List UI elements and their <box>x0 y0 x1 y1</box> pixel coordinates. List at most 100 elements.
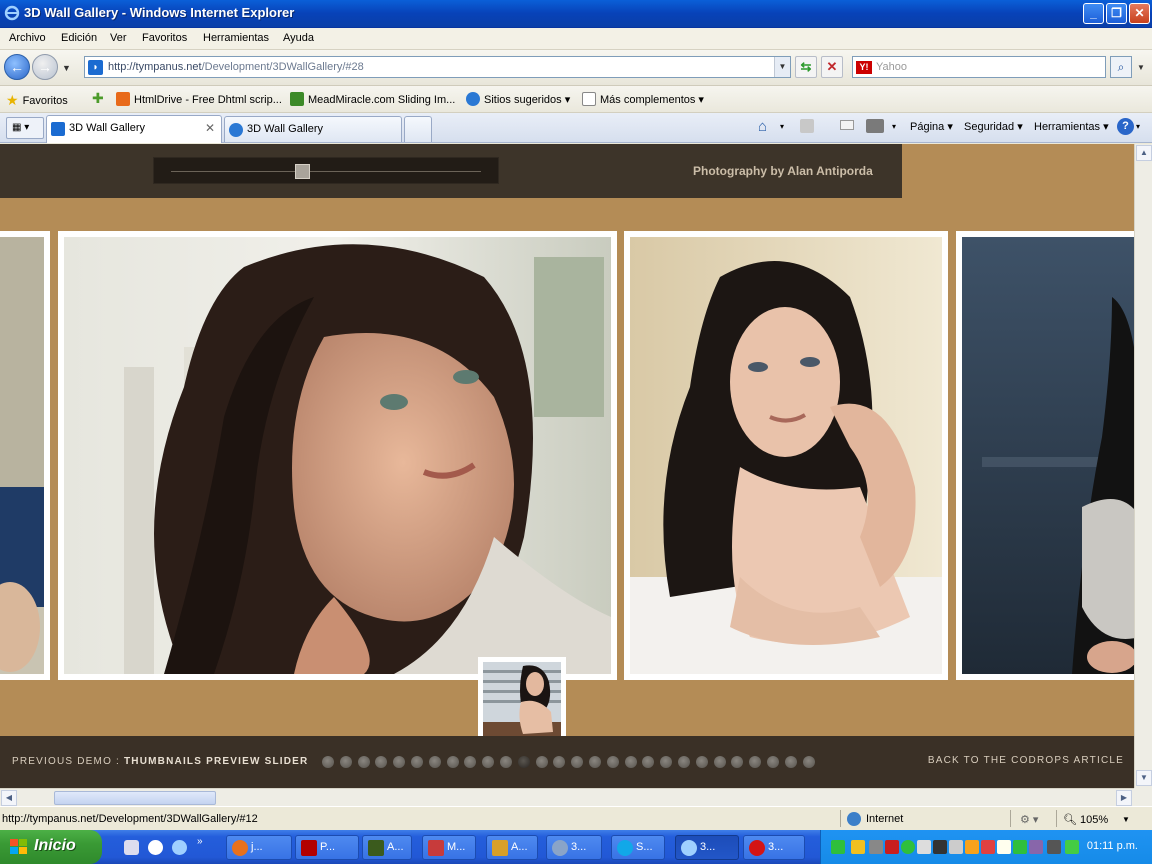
gallery-dot[interactable] <box>322 756 334 768</box>
tray-misc-icon[interactable] <box>1047 840 1061 854</box>
scroll-up-icon[interactable]: ▲ <box>1136 145 1152 161</box>
scroll-down-icon[interactable]: ▼ <box>1136 770 1152 786</box>
menu-archivo[interactable]: Archivo <box>9 32 46 44</box>
gallery-dot[interactable] <box>553 756 565 768</box>
horizontal-scroll-thumb[interactable] <box>54 791 216 805</box>
tray-volume-icon[interactable] <box>997 840 1011 854</box>
previous-demo-link[interactable]: PREVIOUS DEMO : THUMBNAILS PREVIEW SLIDE… <box>12 756 308 767</box>
start-button[interactable]: Inicio <box>0 830 102 864</box>
tools-menu[interactable]: Herramientas ▾ <box>1034 120 1109 133</box>
mail-icon[interactable] <box>840 120 854 130</box>
task-ie-3d-wall-gallery[interactable]: 3... <box>675 835 739 860</box>
history-dropdown-icon[interactable]: ▼ <box>62 63 71 73</box>
gallery-dot[interactable] <box>375 756 387 768</box>
gallery-dot[interactable] <box>464 756 476 768</box>
add-favorite-icon[interactable]: ✚ <box>92 90 104 107</box>
address-dropdown-icon[interactable]: ▼ <box>774 57 790 77</box>
gallery-dot[interactable] <box>660 756 672 768</box>
address-field[interactable]: ◗ http://tympanus.net/Development/3DWall… <box>84 56 791 78</box>
gallery-dot[interactable] <box>731 756 743 768</box>
tray-orange-icon[interactable] <box>965 840 979 854</box>
minimize-button[interactable]: _ <box>1083 3 1104 24</box>
task-opera[interactable]: 3... <box>743 835 805 860</box>
gallery-dot[interactable] <box>536 756 548 768</box>
gallery-dot[interactable] <box>785 756 797 768</box>
forward-button[interactable]: → <box>32 54 58 80</box>
gallery-dot[interactable] <box>767 756 779 768</box>
quick-tabs-icon[interactable]: ▦ ▾ <box>6 117 44 139</box>
help-icon[interactable]: ? <box>1117 118 1134 135</box>
zoom-control[interactable]: 🔍︎ 105% <box>1063 813 1108 826</box>
tray-shield-icon[interactable] <box>851 840 865 854</box>
favorites-button[interactable]: ★ Favoritos <box>6 92 68 108</box>
tray-update-icon[interactable] <box>1013 840 1027 854</box>
tray-leaf-icon[interactable] <box>1065 840 1079 854</box>
vertical-scrollbar[interactable]: ▲ ▼ <box>1134 144 1152 788</box>
back-to-article-link[interactable]: BACK TO THE CODROPS ARTICLE <box>928 755 1124 766</box>
tray-ati-icon[interactable] <box>885 840 899 854</box>
task-filezilla[interactable]: P... <box>295 835 359 860</box>
quicklaunch-ie-icon[interactable] <box>172 840 187 855</box>
tray-green-icon[interactable] <box>901 840 915 854</box>
task-skype[interactable]: S... <box>611 835 665 860</box>
quicklaunch-desktop-icon[interactable] <box>124 840 139 855</box>
gallery-dot[interactable] <box>607 756 619 768</box>
page-menu[interactable]: Página ▾ <box>910 120 953 133</box>
security-menu[interactable]: Seguridad ▾ <box>964 120 1023 133</box>
gallery-dot[interactable] <box>678 756 690 768</box>
quicklaunch-media-icon[interactable] <box>148 840 163 855</box>
home-dropdown-icon[interactable]: ▾ <box>780 122 784 131</box>
menu-edicion[interactable]: Edición <box>61 32 97 44</box>
gallery-dot[interactable] <box>749 756 761 768</box>
gallery-dot[interactable] <box>340 756 352 768</box>
gallery-photo-next[interactable] <box>624 231 948 680</box>
gallery-photo-main[interactable] <box>58 231 617 680</box>
gallery-dot[interactable] <box>482 756 494 768</box>
gallery-dot[interactable] <box>500 756 512 768</box>
suggested-sites[interactable]: Sitios sugeridos ▾ <box>466 92 570 106</box>
gallery-dot[interactable] <box>803 756 815 768</box>
gallery-photo-previous[interactable] <box>0 231 50 680</box>
search-button[interactable]: ⌕ <box>1110 56 1132 78</box>
scroll-right-icon[interactable]: ▶ <box>1116 790 1132 806</box>
menu-ayuda[interactable]: Ayuda <box>283 32 314 44</box>
restore-button[interactable]: ❐ <box>1106 3 1127 24</box>
print-icon[interactable] <box>866 119 884 133</box>
gallery-dot[interactable] <box>518 756 530 768</box>
quicklaunch-more-icon[interactable]: » <box>197 836 203 847</box>
back-button[interactable]: ← <box>4 54 30 80</box>
gallery-dot[interactable] <box>358 756 370 768</box>
gallery-dot[interactable] <box>714 756 726 768</box>
close-tab-icon[interactable]: ✕ <box>205 121 215 135</box>
task-firefox[interactable]: j... <box>226 835 292 860</box>
tray-red-icon[interactable] <box>981 840 995 854</box>
gallery-dot[interactable] <box>625 756 637 768</box>
refresh-button[interactable]: ⇆ <box>795 56 817 78</box>
home-icon[interactable]: ⌂ <box>758 118 767 135</box>
tray-ht-icon[interactable] <box>933 840 947 854</box>
help-dropdown-icon[interactable]: ▾ <box>1136 122 1140 131</box>
gallery-dot[interactable] <box>393 756 405 768</box>
search-options-icon[interactable]: ▼ <box>1137 63 1145 72</box>
gallery-dot[interactable] <box>589 756 601 768</box>
gallery-dot[interactable] <box>429 756 441 768</box>
gallery-dot[interactable] <box>642 756 654 768</box>
search-field[interactable]: Y! Yahoo <box>852 56 1106 78</box>
gallery-dot[interactable] <box>571 756 583 768</box>
favorite-meadmiracle[interactable]: MeadMiracle.com Sliding Im... <box>290 92 455 106</box>
horizontal-scrollbar[interactable]: ◀ ▶ <box>0 788 1134 806</box>
task-m[interactable]: M... <box>422 835 476 860</box>
menu-herramientas[interactable]: Herramientas <box>203 32 269 44</box>
print-dropdown-icon[interactable]: ▾ <box>892 122 896 131</box>
task-fireworks[interactable]: A... <box>486 835 538 860</box>
menu-ver[interactable]: Ver <box>110 32 127 44</box>
more-addons[interactable]: Más complementos ▾ <box>582 92 704 106</box>
tray-monitor-icon[interactable] <box>917 840 931 854</box>
new-tab-button[interactable] <box>404 116 432 142</box>
protected-mode-icon[interactable]: ⚙ ▾ <box>1020 813 1038 826</box>
zoom-dropdown-icon[interactable]: ▼ <box>1122 815 1130 824</box>
task-dreamweaver[interactable]: A... <box>362 835 412 860</box>
gallery-dot[interactable] <box>447 756 459 768</box>
tray-app-icon[interactable] <box>1029 840 1043 854</box>
tray-check-icon[interactable] <box>831 840 845 854</box>
